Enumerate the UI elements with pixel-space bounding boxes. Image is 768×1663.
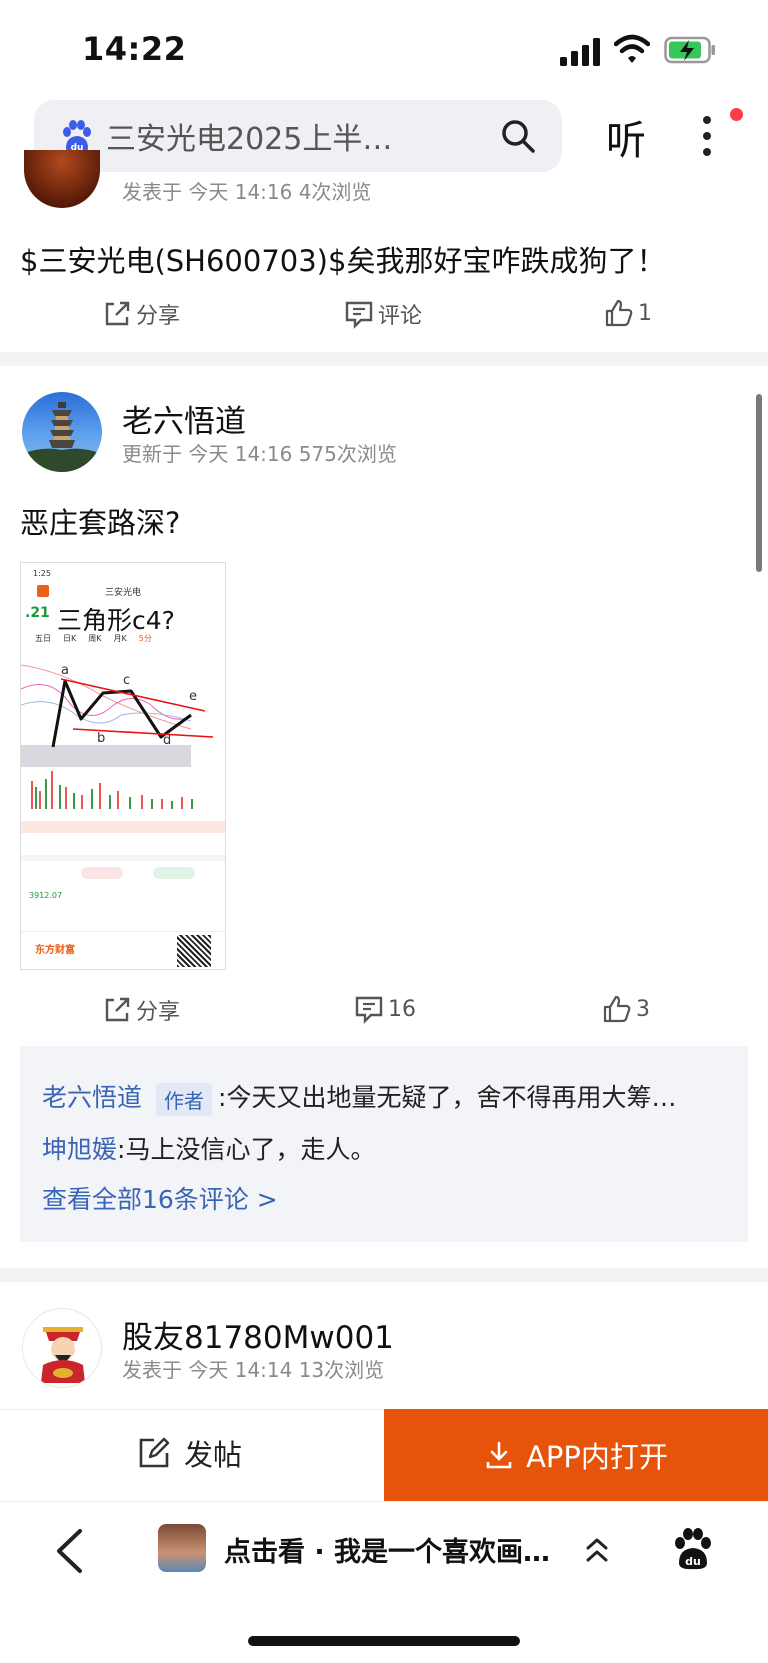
open-in-app-label: APP内打开 <box>526 1440 668 1474</box>
like-button[interactable]: 3 <box>602 994 650 1024</box>
thumb-time: 1:25 <box>33 569 51 578</box>
like-count: 3 <box>636 996 650 1022</box>
author-tag: 作者 <box>156 1082 213 1116</box>
baidu-logo-icon[interactable]: du <box>670 1526 716 1572</box>
thumb-overlay-text: 三角形c4? <box>57 606 175 635</box>
post-meta: 发表于 今天 14:16 4次浏览 <box>122 180 372 204</box>
comment-item[interactable]: 老六悟道 作者:今天又出地量无疑了，舍不得再用大筹… <box>42 1078 676 1116</box>
view-all-comments-link[interactable]: 查看全部16条评论 > <box>42 1180 278 1216</box>
like-button[interactable]: 1 <box>604 298 652 328</box>
battery-charging-icon <box>664 36 715 64</box>
commenter-name[interactable]: 老六悟道 <box>42 1083 142 1112</box>
comment-preview-box[interactable]: 老六悟道 作者:今天又出地量无疑了，舍不得再用大筹… 坤旭媛:马上没信心了，走人。… <box>20 1046 748 1242</box>
comment-button[interactable]: 16 <box>354 994 416 1024</box>
open-in-app-button[interactable]: APP内打开 <box>384 1409 768 1501</box>
fortune-god-image <box>41 1327 85 1383</box>
thumb-brand: 东方财富 <box>35 945 75 956</box>
thumb-stock-name: 三安光电 <box>105 588 142 598</box>
section-divider <box>0 1268 768 1282</box>
post-image[interactable]: 1:25 三安光电 .21 三角形c4? 五日 日K 周K 月K 5分 a b … <box>20 562 226 970</box>
commenter-name[interactable]: 坤旭媛 <box>42 1135 117 1164</box>
notification-dot <box>730 108 743 121</box>
comment-icon <box>345 301 373 329</box>
author-name[interactable]: 老六悟道 <box>122 396 246 441</box>
post-text[interactable]: 恶庄套路深? <box>20 500 180 542</box>
share-button[interactable]: 分享 <box>102 994 180 1026</box>
story-thumbnail[interactable] <box>158 1524 206 1572</box>
comment-icon <box>355 996 383 1024</box>
post-text[interactable]: $三安光电(SH600703)$矣我那好宝咋跌成狗了！ <box>20 238 665 280</box>
home-indicator[interactable] <box>248 1636 520 1646</box>
share-icon <box>105 997 130 1022</box>
comment-button[interactable]: 评论 <box>344 298 422 330</box>
comment-item[interactable]: 坤旭媛:马上没信心了，走人。 <box>42 1130 375 1166</box>
thumb-logo <box>37 585 49 597</box>
chevron-up-icon[interactable] <box>584 1536 610 1564</box>
download-icon <box>486 1441 512 1469</box>
author-name[interactable]: 股友81780Mw001 <box>122 1312 394 1357</box>
search-icon[interactable] <box>500 118 536 154</box>
comment-text: :马上没信心了，走人。 <box>117 1135 376 1164</box>
comment-label: 评论 <box>378 304 423 329</box>
avatar[interactable] <box>24 150 100 208</box>
avatar[interactable] <box>22 392 102 472</box>
comment-count: 16 <box>388 996 416 1022</box>
status-time: 14:22 <box>82 30 187 68</box>
cellular-signal-icon <box>560 38 600 66</box>
thumbs-up-icon <box>605 299 633 327</box>
share-label: 分享 <box>136 304 181 329</box>
edit-icon <box>139 1437 170 1468</box>
like-count: 1 <box>638 300 652 326</box>
post-meta: 更新于 今天 14:16 575次浏览 <box>122 442 397 466</box>
thumb-price: 3912.07 <box>29 891 63 900</box>
post-button[interactable]: 发帖 <box>138 1432 242 1474</box>
post-meta: 发表于 今天 14:14 13次浏览 <box>122 1358 385 1382</box>
share-icon <box>105 301 130 326</box>
search-query-text[interactable]: 三安光电2025上半… <box>106 114 426 158</box>
thumb-volume-bars <box>31 771 193 809</box>
pagoda-image <box>22 402 102 472</box>
share-label: 分享 <box>136 1000 181 1025</box>
svg-text:du: du <box>685 1555 701 1568</box>
share-button[interactable]: 分享 <box>102 298 180 330</box>
section-divider <box>0 352 768 366</box>
comment-text: :今天又出地量无疑了，舍不得再用大筹… <box>218 1083 677 1112</box>
more-menu-icon[interactable] <box>700 112 714 160</box>
listen-button[interactable]: 听 <box>606 108 646 166</box>
post-button-label: 发帖 <box>184 1438 243 1472</box>
back-arrow-icon[interactable] <box>54 1528 84 1574</box>
story-text[interactable]: 点击看 · 我是一个喜欢画… <box>224 1530 550 1569</box>
qr-code <box>177 935 211 967</box>
wifi-icon <box>614 34 650 63</box>
avatar[interactable] <box>22 1308 102 1388</box>
thumbs-up-icon <box>603 995 631 1023</box>
scrollbar[interactable] <box>756 394 762 572</box>
